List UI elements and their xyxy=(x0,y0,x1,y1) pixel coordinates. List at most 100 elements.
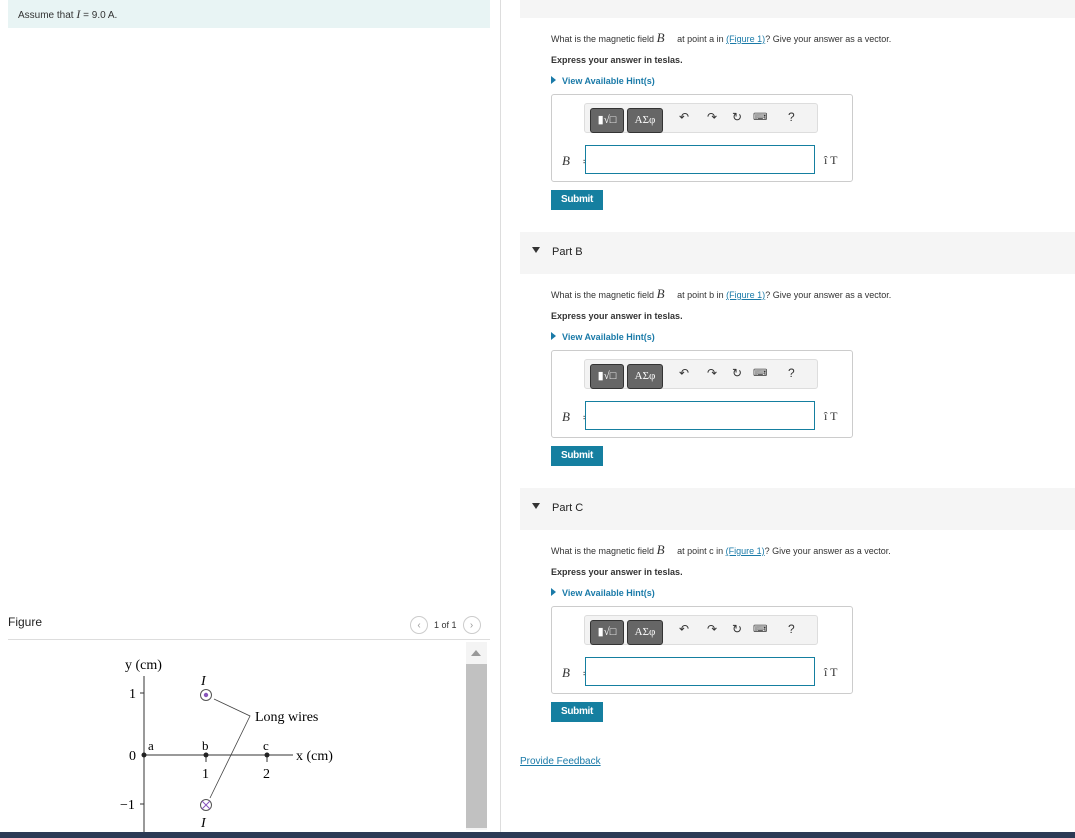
point-a xyxy=(141,752,147,758)
y-axis-label: y (cm) xyxy=(125,658,162,673)
vector-symbol: B⃗ xyxy=(656,542,675,557)
question-text: What is the magnetic field B⃗ at point a… xyxy=(551,30,891,46)
templates-button[interactable]: ▮√□ xyxy=(590,108,624,133)
view-hints-toggle[interactable]: View Available Hint(s) xyxy=(551,332,851,342)
question-text: What is the magnetic field B⃗ at point b… xyxy=(551,286,891,302)
submit-button[interactable]: Submit xyxy=(551,446,603,466)
math-toolbar: ▮√□ ΑΣφ ↶ ↷ ↻ ⌨ ? xyxy=(584,103,818,133)
pager-text: 1 of 1 xyxy=(434,620,457,630)
help-button[interactable]: ? xyxy=(788,110,795,124)
question-pre: What is the magnetic field xyxy=(551,34,657,44)
help-button[interactable]: ? xyxy=(788,366,795,380)
part-b: What is the magnetic field B⃗ at point b… xyxy=(551,286,891,466)
symbols-button[interactable]: ΑΣφ xyxy=(627,108,663,133)
redo-icon[interactable]: ↷ xyxy=(707,366,717,380)
vector-symbol: B⃗ xyxy=(656,30,675,45)
unit-label: î T xyxy=(824,665,838,679)
scroll-thumb[interactable] xyxy=(466,664,487,828)
wire-figure: y (cm) x (cm) 1 0 −1 1 2 a b c I I Long … xyxy=(120,658,333,835)
reset-icon[interactable]: ↻ xyxy=(732,110,742,124)
b-symbol: B⃗ xyxy=(562,665,581,680)
question-mid: at point c in xyxy=(674,546,726,556)
hint-label: View Available Hint(s) xyxy=(562,76,655,86)
assumption-text: Assume that xyxy=(18,10,77,21)
math-toolbar: ▮√□ ΑΣφ ↶ ↷ ↻ ⌨ ? xyxy=(584,615,818,645)
redo-icon[interactable]: ↷ xyxy=(707,622,717,636)
templates-button[interactable]: ▮√□ xyxy=(590,364,624,389)
unit-label: î T xyxy=(824,409,838,423)
prev-figure-button[interactable]: ‹ xyxy=(410,616,428,634)
leader-line xyxy=(209,698,251,799)
answer-box: ▮√□ ΑΣφ ↶ ↷ ↻ ⌨ ? B⃗ = î T xyxy=(551,606,853,694)
math-toolbar: ▮√□ ΑΣφ ↶ ↷ ↻ ⌨ ? xyxy=(584,359,818,389)
view-hints-toggle[interactable]: View Available Hint(s) xyxy=(551,588,851,598)
redo-icon[interactable]: ↷ xyxy=(707,110,717,124)
hint-label: View Available Hint(s) xyxy=(562,332,655,342)
submit-button[interactable]: Submit xyxy=(551,190,603,210)
point-b xyxy=(203,752,209,758)
scroll-up-icon[interactable] xyxy=(471,650,481,656)
next-figure-button[interactable]: › xyxy=(462,616,481,634)
expand-icon xyxy=(551,332,556,340)
divider xyxy=(8,639,490,640)
assumption-value: = 9.0 A. xyxy=(80,10,118,21)
answer-box: ▮√□ ΑΣφ ↶ ↷ ↻ ⌨ ? B⃗ = î T xyxy=(551,94,853,182)
taskbar xyxy=(0,832,1075,838)
part-title: Part C xyxy=(552,502,584,514)
undo-icon[interactable]: ↶ xyxy=(679,110,689,124)
provide-feedback-link[interactable]: Provide Feedback xyxy=(520,756,601,767)
current-label: I xyxy=(200,674,207,689)
expand-icon xyxy=(551,588,556,596)
unit-label: î T xyxy=(824,153,838,167)
help-button[interactable]: ? xyxy=(788,622,795,636)
question-pre: What is the magnetic field xyxy=(551,546,657,556)
answer-input[interactable] xyxy=(585,657,815,686)
keyboard-icon[interactable]: ⌨ xyxy=(753,624,767,635)
point-label: a xyxy=(148,738,154,753)
question-post: ? Give your answer as a vector. xyxy=(764,546,891,556)
figure-link[interactable]: (Figure 1) xyxy=(726,34,765,44)
x-tick: 1 xyxy=(202,767,209,782)
view-hints-toggle[interactable]: View Available Hint(s) xyxy=(551,76,851,86)
undo-icon[interactable]: ↶ xyxy=(679,366,689,380)
vector-symbol: B⃗ xyxy=(656,286,675,301)
collapse-icon xyxy=(532,503,540,509)
symbols-button[interactable]: ΑΣφ xyxy=(627,364,663,389)
b-symbol: B⃗ xyxy=(562,153,581,168)
part-c-header[interactable]: Part C xyxy=(520,488,1075,530)
wire-label: Long wires xyxy=(255,710,318,725)
question-pre: What is the magnetic field xyxy=(551,290,657,300)
figure-link[interactable]: (Figure 1) xyxy=(726,290,765,300)
expand-icon xyxy=(551,76,556,84)
figure-pager: ‹ 1 of 1 › xyxy=(410,616,481,634)
answer-input[interactable] xyxy=(585,145,815,174)
answer-box: ▮√□ ΑΣφ ↶ ↷ ↻ ⌨ ? B⃗ = î T xyxy=(551,350,853,438)
panel-divider[interactable] xyxy=(500,0,501,832)
reset-icon[interactable]: ↻ xyxy=(732,622,742,636)
express-instructions: Express your answer in teslas. xyxy=(551,567,683,577)
reset-icon[interactable]: ↻ xyxy=(732,366,742,380)
point-label: c xyxy=(263,738,269,753)
question-mid: at point a in xyxy=(674,34,727,44)
answer-input[interactable] xyxy=(585,401,815,430)
keyboard-icon[interactable]: ⌨ xyxy=(753,112,767,123)
part-b-header[interactable]: Part B xyxy=(520,232,1075,274)
point-c xyxy=(264,752,270,758)
y-tick: −1 xyxy=(120,798,135,813)
undo-icon[interactable]: ↶ xyxy=(679,622,689,636)
x-tick: 2 xyxy=(263,767,270,782)
part-a-header[interactable] xyxy=(520,0,1075,18)
figure-scrollbar[interactable] xyxy=(466,642,487,830)
submit-button[interactable]: Submit xyxy=(551,702,603,722)
hint-label: View Available Hint(s) xyxy=(562,588,655,598)
point-label: b xyxy=(202,738,209,753)
figure-link[interactable]: (Figure 1) xyxy=(726,546,765,556)
assumption-box: Assume that I = 9.0 A. xyxy=(8,0,490,28)
keyboard-icon[interactable]: ⌨ xyxy=(753,368,767,379)
part-title: Part B xyxy=(552,246,583,258)
express-instructions: Express your answer in teslas. xyxy=(551,55,683,65)
symbols-button[interactable]: ΑΣφ xyxy=(627,620,663,645)
y-tick: 0 xyxy=(129,749,136,764)
express-instructions: Express your answer in teslas. xyxy=(551,311,683,321)
templates-button[interactable]: ▮√□ xyxy=(590,620,624,645)
